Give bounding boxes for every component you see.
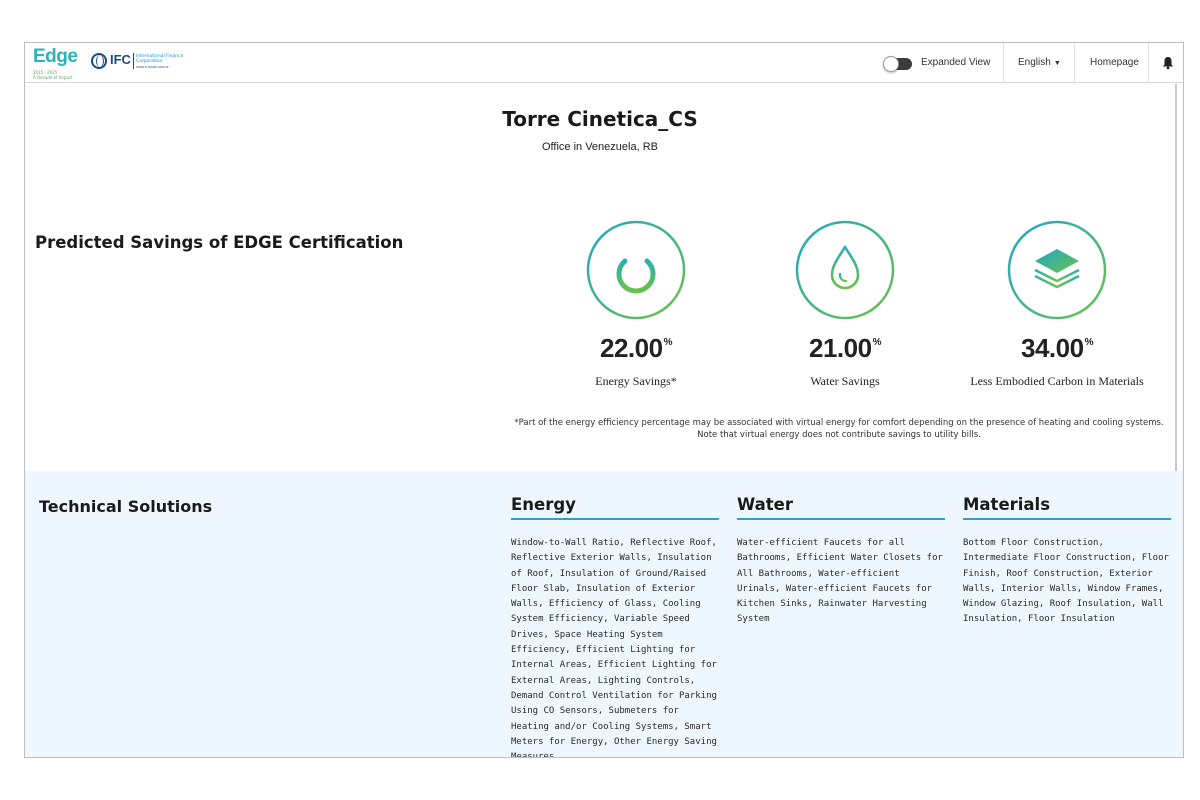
materials-savings-metric: 34.00% Less Embodied Carbon in Materials: [942, 219, 1172, 389]
edge-ifc-logo[interactable]: Edge 2015 - 2025 A Decade of Impact IFC …: [31, 46, 201, 80]
materials-solutions-title: Materials: [963, 495, 1171, 520]
water-savings-label: Water Savings: [810, 374, 880, 388]
energy-solutions-title: Energy: [511, 495, 719, 520]
expanded-view-label: Expanded View: [921, 57, 991, 68]
toggle-knob: [883, 56, 899, 72]
project-subtitle: Office in Venezuela, RB: [542, 141, 658, 153]
homepage-link[interactable]: Homepage: [1090, 57, 1139, 68]
energy-savings-metric: 22.00% Energy Savings*: [521, 219, 751, 389]
materials-solutions-column: Materials Bottom Floor Construction, Int…: [963, 495, 1171, 628]
materials-savings-value: 34.00%: [1021, 333, 1094, 363]
energy-ring: [586, 220, 686, 320]
energy-footnote: *Part of the energy efficiency percentag…: [514, 418, 1164, 440]
nav-divider: [1074, 43, 1075, 83]
technical-solutions-section: Technical Solutions Energy Window-to-Wal…: [25, 471, 1183, 758]
top-navbar: Edge 2015 - 2025 A Decade of Impact IFC …: [25, 43, 1183, 83]
ifc-logo-tagline: WORLD BANK GROUP: [136, 65, 169, 69]
ifc-globe-icon: [91, 53, 107, 69]
technical-solutions-heading: Technical Solutions: [39, 497, 213, 516]
water-solutions-list: Water-efficient Faucets for all Bathroom…: [737, 538, 943, 625]
materials-savings-label: Less Embodied Carbon in Materials: [970, 374, 1144, 388]
materials-solutions-list: Bottom Floor Construction, Intermediate …: [963, 538, 1169, 625]
energy-savings-label: Energy Savings*: [595, 374, 677, 388]
water-solutions-title: Water: [737, 495, 945, 520]
language-dropdown[interactable]: English ▼: [1018, 57, 1061, 68]
caret-down-icon: ▼: [1053, 60, 1061, 67]
expanded-view-toggle[interactable]: [883, 56, 912, 72]
edge-logo-text: Edge: [33, 46, 78, 67]
nav-divider: [1148, 43, 1149, 83]
vertical-scrollbar[interactable]: [1175, 84, 1177, 474]
ifc-logo-divider: [133, 53, 134, 69]
power-icon: [616, 245, 656, 294]
ifc-logo-name: International Finance Corporation: [136, 54, 184, 64]
edge-logo-subtitle: A Decade of Impact: [33, 75, 73, 80]
water-savings-value: 21.00%: [809, 333, 882, 363]
layers-icon: [1034, 249, 1080, 289]
water-drop-icon: [830, 245, 860, 290]
bell-icon[interactable]: [1162, 56, 1174, 70]
language-selected: English: [1018, 57, 1051, 68]
materials-ring: [1007, 220, 1107, 320]
ifc-logo-text: IFC: [110, 52, 131, 67]
savings-heading: Predicted Savings of EDGE Certification: [35, 233, 404, 252]
project-title: Torre Cinetica_CS: [502, 107, 698, 131]
water-ring: [795, 220, 895, 320]
energy-savings-value: 22.00%: [600, 333, 673, 363]
nav-divider: [1003, 43, 1004, 83]
water-solutions-column: Water Water-efficient Faucets for all Ba…: [737, 495, 945, 628]
energy-solutions-list: Window-to-Wall Ratio, Reflective Roof, R…: [511, 538, 717, 758]
water-savings-metric: 21.00% Water Savings: [730, 219, 960, 389]
energy-solutions-column: Energy Window-to-Wall Ratio, Reflective …: [511, 495, 719, 758]
app-frame: Edge 2015 - 2025 A Decade of Impact IFC …: [24, 42, 1184, 758]
